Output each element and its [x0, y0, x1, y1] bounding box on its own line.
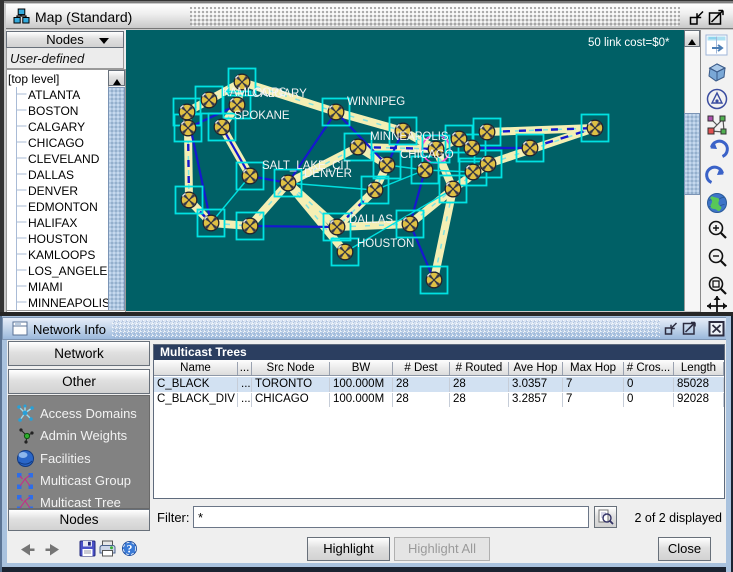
svg-text:SPOKANE: SPOKANE — [234, 110, 290, 122]
svg-text:[top level]: [top level] — [8, 72, 59, 86]
svg-text:CLEVELAND: CLEVELAND — [28, 152, 100, 166]
svg-text:?: ? — [127, 544, 133, 556]
svg-text:CALGARY: CALGARY — [252, 88, 307, 100]
svg-text:ATLANTA: ATLANTA — [28, 88, 80, 102]
svg-text:LOS_ANGELES: LOS_ANGELES — [28, 264, 115, 278]
svg-text:MINNEAPOLIS: MINNEAPOLIS — [28, 296, 110, 310]
svg-text:HOUSTON: HOUSTON — [28, 232, 88, 246]
svg-text:Access Domains: Access Domains — [40, 406, 137, 421]
svg-text:CHICAGO: CHICAGO — [400, 149, 454, 161]
svg-text:DALLAS: DALLAS — [349, 214, 393, 226]
svg-text:CHICAGO: CHICAGO — [28, 136, 84, 150]
svg-text:Facilities: Facilities — [40, 451, 91, 466]
svg-text:HALIFAX: HALIFAX — [28, 216, 77, 230]
svg-text:DENVER: DENVER — [28, 184, 78, 198]
svg-text:HOUSTON: HOUSTON — [357, 238, 414, 250]
svg-text:KAMLOOPS: KAMLOOPS — [28, 248, 95, 262]
svg-text:Multicast Group: Multicast Group — [40, 473, 131, 488]
svg-text:DALLAS: DALLAS — [28, 168, 74, 182]
svg-text:Admin Weights: Admin Weights — [40, 428, 128, 443]
svg-text:MIAMI: MIAMI — [28, 280, 63, 294]
svg-text:MINNEAPOLIS: MINNEAPOLIS — [370, 131, 449, 143]
svg-text:50 link cost=$0*: 50 link cost=$0* — [588, 37, 670, 49]
svg-text:WINNIPEG: WINNIPEG — [347, 96, 405, 108]
svg-text:CALGARY: CALGARY — [28, 120, 85, 134]
svg-text:BOSTON: BOSTON — [28, 104, 78, 118]
svg-text:Multicast Tree: Multicast Tree — [40, 495, 121, 508]
svg-text:EDMONTON: EDMONTON — [28, 200, 98, 214]
svg-text:DENVER: DENVER — [304, 168, 352, 180]
